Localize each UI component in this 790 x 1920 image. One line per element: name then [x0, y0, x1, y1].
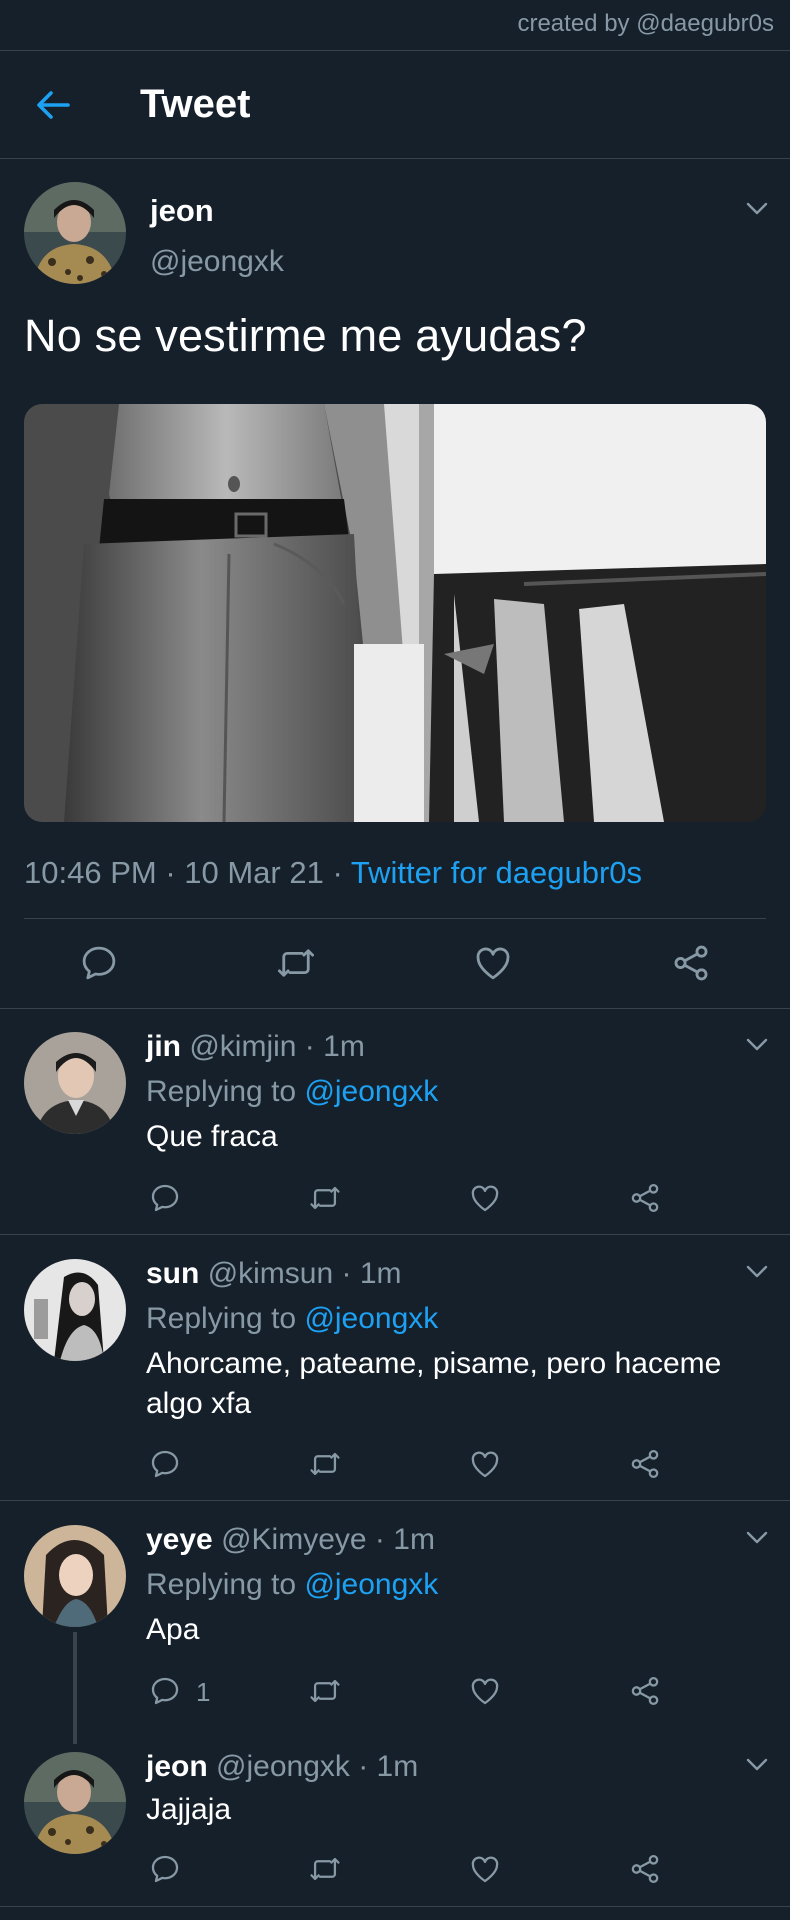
author-name[interactable]: jeon — [150, 193, 214, 229]
divider — [24, 918, 766, 919]
share-icon[interactable] — [628, 1674, 662, 1708]
reply-time: 1m — [323, 1030, 365, 1063]
replying-to: Replying to @jeongxk — [146, 1302, 438, 1336]
replying-to: Replying to @jeongxk — [146, 1568, 438, 1602]
reply-time: 1m — [359, 1257, 402, 1290]
separator: · — [156, 855, 185, 890]
thread-line — [73, 1632, 77, 1744]
reply-author-line: jin @kimjin · 1m — [146, 1030, 365, 1064]
retweet-icon[interactable] — [275, 942, 317, 984]
retweet-icon[interactable] — [308, 1674, 342, 1708]
reply-icon[interactable] — [78, 942, 120, 984]
header-bar: Tweet — [0, 52, 790, 158]
reply-author-name[interactable]: jin — [146, 1030, 181, 1063]
tweet-date: 10 Mar 21 — [184, 855, 324, 890]
reply-text: Apa — [146, 1613, 200, 1646]
separator: · — [296, 1030, 324, 1063]
reply-icon[interactable] — [148, 1852, 182, 1886]
reply-author-handle[interactable]: @kimsun — [208, 1257, 333, 1290]
replying-label: Replying to — [146, 1075, 305, 1108]
like-icon[interactable] — [468, 1181, 502, 1215]
reply-text: Jajjaja — [146, 1793, 232, 1826]
like-icon[interactable] — [468, 1674, 502, 1708]
reply-author-line: yeye @Kimyeye · 1m — [146, 1523, 435, 1557]
retweet-icon[interactable] — [308, 1181, 342, 1215]
tweet-time: 10:46 PM — [24, 855, 157, 890]
avatar[interactable] — [24, 1752, 126, 1854]
reply-author-name[interactable]: yeye — [146, 1523, 213, 1556]
reply-time: 1m — [393, 1523, 435, 1556]
like-icon[interactable] — [472, 942, 514, 984]
tweet-actions — [0, 940, 790, 990]
chevron-down-icon[interactable] — [744, 1529, 770, 1547]
divider — [0, 50, 790, 51]
avatar[interactable] — [24, 1032, 126, 1134]
like-icon[interactable] — [468, 1852, 502, 1886]
back-arrow-icon[interactable] — [32, 84, 74, 126]
replying-label: Replying to — [146, 1302, 305, 1335]
replying-label: Replying to — [146, 1568, 305, 1601]
separator: · — [323, 855, 351, 890]
divider — [0, 1906, 790, 1907]
page-title: Tweet — [140, 82, 251, 126]
reply-author-name[interactable]: sun — [146, 1257, 199, 1290]
divider — [0, 1008, 790, 1009]
reply-icon[interactable] — [148, 1674, 182, 1708]
retweet-icon[interactable] — [308, 1447, 342, 1481]
avatar[interactable] — [24, 1525, 126, 1627]
chevron-down-icon[interactable] — [744, 1756, 770, 1774]
reply-author-line: sun @kimsun · 1m — [146, 1257, 402, 1291]
separator: · — [349, 1750, 377, 1783]
reply-icon[interactable] — [148, 1181, 182, 1215]
reply-author-handle[interactable]: @kimjin — [189, 1030, 296, 1063]
replying-to: Replying to @jeongxk — [146, 1075, 438, 1109]
reply-author-line: jeon @jeongxk · 1m — [146, 1750, 418, 1784]
avatar[interactable] — [24, 182, 126, 284]
tweet-meta: 10:46 PM · 10 Mar 21 · Twitter for daegu… — [24, 855, 642, 891]
chevron-down-icon[interactable] — [744, 1036, 770, 1054]
tweet-text: No se vestirme me ayudas? — [24, 310, 587, 361]
divider — [0, 158, 790, 159]
reply-icon[interactable] — [148, 1447, 182, 1481]
mention-link[interactable]: @jeongxk — [304, 1568, 438, 1601]
like-icon[interactable] — [468, 1447, 502, 1481]
reply-author-name[interactable]: jeon — [146, 1750, 208, 1783]
divider — [0, 1234, 790, 1235]
retweet-icon[interactable] — [308, 1852, 342, 1886]
reply-count: 1 — [196, 1677, 211, 1707]
mention-link[interactable]: @jeongxk — [304, 1075, 438, 1108]
chevron-down-icon[interactable] — [744, 200, 770, 218]
separator: · — [366, 1523, 394, 1556]
reply-author-handle[interactable]: @Kimyeye — [221, 1523, 367, 1556]
reply-text: Ahorcame, pateame, pisame, pero haceme a… — [146, 1347, 722, 1420]
tweet-source-link[interactable]: Twitter for daegubr0s — [351, 855, 642, 890]
share-icon[interactable] — [628, 1852, 662, 1886]
share-icon[interactable] — [670, 942, 712, 984]
reply-author-handle[interactable]: @jeongxk — [216, 1750, 350, 1783]
chevron-down-icon[interactable] — [744, 1263, 770, 1281]
share-icon[interactable] — [628, 1447, 662, 1481]
tweet-photo[interactable] — [24, 404, 766, 822]
separator: · — [333, 1257, 360, 1290]
reply-time: 1m — [376, 1750, 419, 1783]
reply-text: Que fraca — [146, 1120, 278, 1153]
author-handle[interactable]: @jeongxk — [150, 245, 284, 279]
divider — [0, 1500, 790, 1501]
credit-text: created by @daegubr0s — [517, 10, 774, 37]
avatar[interactable] — [24, 1259, 126, 1361]
mention-link[interactable]: @jeongxk — [304, 1302, 438, 1335]
share-icon[interactable] — [628, 1181, 662, 1215]
